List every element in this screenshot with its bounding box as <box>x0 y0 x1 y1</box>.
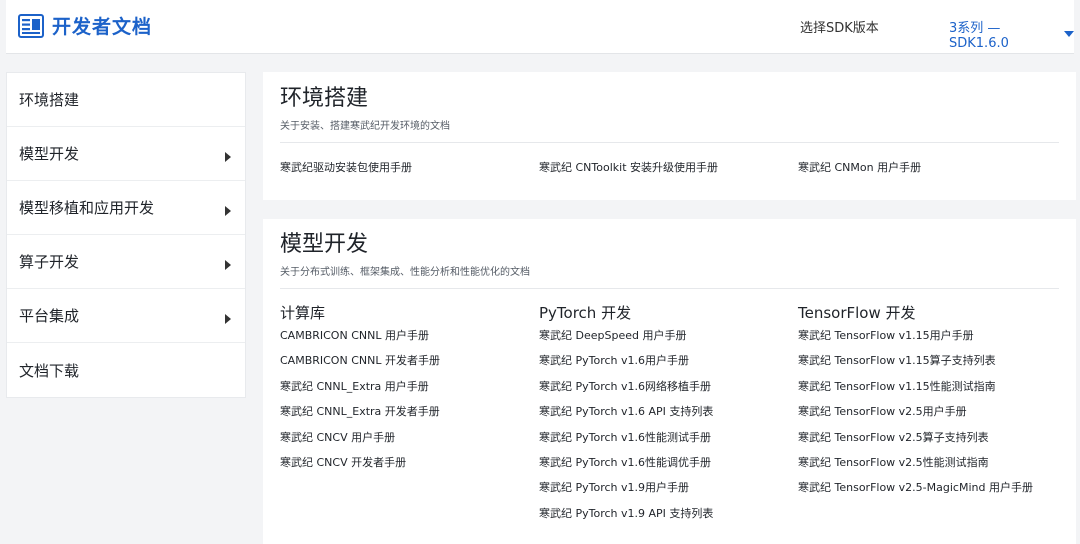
doc-link[interactable]: CAMBRICON CNNL 用户手册 <box>280 329 539 354</box>
doc-link[interactable]: 寒武纪 CNMon 用户手册 <box>798 161 921 174</box>
sidebar-item-model-porting[interactable]: 模型移植和应用开发 <box>7 181 245 235</box>
section-title: 环境搭建 <box>280 86 369 111</box>
sidebar-item-model-dev[interactable]: 模型开发 <box>7 127 245 181</box>
doc-link[interactable]: 寒武纪 PyTorch v1.6性能调优手册 <box>539 456 798 481</box>
site-title: 开发者文档 <box>52 16 153 38</box>
chevron-right-icon <box>225 205 231 216</box>
top-header: 开发者文档 选择SDK版本 3系列 — SDK1.6.0 <box>6 0 1074 54</box>
doc-link[interactable]: 寒武纪 CNToolkit 安装升级使用手册 <box>539 161 718 174</box>
column-compute-lib: 计算库 CAMBRICON CNNL 用户手册 CAMBRICON CNNL 开… <box>280 289 539 532</box>
doc-columns: 计算库 CAMBRICON CNNL 用户手册 CAMBRICON CNNL 开… <box>280 289 1059 532</box>
chevron-down-icon <box>1064 31 1074 37</box>
doc-links: 寒武纪驱动安装包使用手册 寒武纪 CNToolkit 安装升级使用手册 寒武纪 … <box>280 156 1059 175</box>
doc-link[interactable]: 寒武纪 CNCV 用户手册 <box>280 431 539 456</box>
doc-link[interactable]: 寒武纪 PyTorch v1.6性能测试手册 <box>539 431 798 456</box>
sdk-version-label: 选择SDK版本 <box>800 21 879 36</box>
section-description: 关于安装、搭建寒武纪开发环境的文档 <box>280 121 450 132</box>
doc-link[interactable]: 寒武纪 PyTorch v1.6用户手册 <box>539 354 798 379</box>
sidebar-item-download[interactable]: 文档下载 <box>7 343 245 397</box>
doc-link[interactable]: 寒武纪 TensorFlow v1.15性能测试指南 <box>798 380 1057 405</box>
sidebar-item-label: 算子开发 <box>19 253 80 271</box>
doc-link[interactable]: 寒武纪 PyTorch v1.6网络移植手册 <box>539 380 798 405</box>
doc-link[interactable]: 寒武纪 CNCV 开发者手册 <box>280 456 539 481</box>
doc-link[interactable]: 寒武纪 TensorFlow v2.5-MagicMind 用户手册 <box>798 481 1057 506</box>
doc-link[interactable]: 寒武纪 TensorFlow v2.5算子支持列表 <box>798 431 1057 456</box>
doc-link[interactable]: 寒武纪 CNNL_Extra 开发者手册 <box>280 405 539 430</box>
section-divider <box>280 142 1059 143</box>
chevron-right-icon <box>225 313 231 324</box>
doc-link[interactable]: 寒武纪 DeepSpeed 用户手册 <box>539 329 798 354</box>
doc-link[interactable]: 寒武纪驱动安装包使用手册 <box>280 161 412 174</box>
column-tensorflow: TensorFlow 开发 寒武纪 TensorFlow v1.15用户手册 寒… <box>798 289 1057 532</box>
sdk-version-dropdown[interactable]: 3系列 — SDK1.6.0 <box>949 17 1074 51</box>
sidebar-item-platform[interactable]: 平台集成 <box>7 289 245 343</box>
doc-link[interactable]: 寒武纪 PyTorch v1.6 API 支持列表 <box>539 405 798 430</box>
chevron-right-icon <box>225 259 231 270</box>
sidebar-item-operator-dev[interactable]: 算子开发 <box>7 235 245 289</box>
sidebar-item-label: 文档下载 <box>19 361 80 380</box>
section-title: 模型开发 <box>280 232 369 257</box>
column-heading: PyTorch 开发 <box>539 304 632 322</box>
sidebar-item-label: 模型移植和应用开发 <box>19 199 155 217</box>
doc-link[interactable]: 寒武纪 CNNL_Extra 用户手册 <box>280 380 539 405</box>
sidebar-item-label: 环境搭建 <box>19 91 80 109</box>
doc-link[interactable]: 寒武纪 TensorFlow v1.15用户手册 <box>798 329 1057 354</box>
doc-link[interactable]: 寒武纪 PyTorch v1.9 API 支持列表 <box>539 507 798 532</box>
sidebar: 环境搭建 模型开发 模型移植和应用开发 算子开发 平台集成 文档下载 <box>6 72 246 398</box>
env-setup-section: 环境搭建 关于安装、搭建寒武纪开发环境的文档 寒武纪驱动安装包使用手册 寒武纪 … <box>263 72 1076 200</box>
sidebar-item-label: 平台集成 <box>19 307 80 325</box>
doc-link[interactable]: 寒武纪 TensorFlow v2.5性能测试指南 <box>798 456 1057 481</box>
doc-link[interactable]: 寒武纪 TensorFlow v2.5用户手册 <box>798 405 1057 430</box>
sdk-version-value: 3系列 — SDK1.6.0 <box>949 21 1009 51</box>
section-description: 关于分布式训练、框架集成、性能分析和性能优化的文档 <box>280 267 530 278</box>
column-heading: 计算库 <box>280 304 326 322</box>
column-heading: TensorFlow 开发 <box>798 304 916 322</box>
site-logo[interactable]: 开发者文档 <box>18 12 152 39</box>
model-dev-section: 模型开发 关于分布式训练、框架集成、性能分析和性能优化的文档 计算库 CAMBR… <box>263 219 1076 544</box>
chevron-right-icon <box>225 151 231 162</box>
column-pytorch: PyTorch 开发 寒武纪 DeepSpeed 用户手册 寒武纪 PyTorc… <box>539 289 798 532</box>
doc-link[interactable]: 寒武纪 PyTorch v1.9用户手册 <box>539 481 798 506</box>
doc-link[interactable]: CAMBRICON CNNL 开发者手册 <box>280 354 539 379</box>
docs-logo-icon <box>18 13 44 38</box>
doc-link[interactable]: 寒武纪 TensorFlow v1.15算子支持列表 <box>798 354 1057 379</box>
sidebar-item-label: 模型开发 <box>19 145 80 163</box>
sidebar-item-env-setup[interactable]: 环境搭建 <box>7 73 245 127</box>
